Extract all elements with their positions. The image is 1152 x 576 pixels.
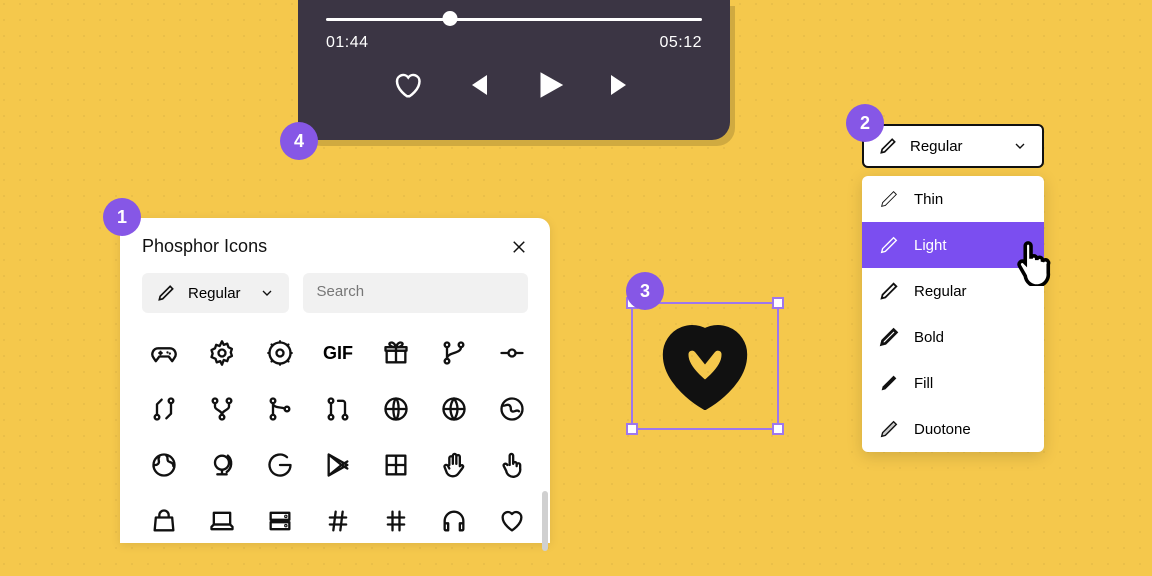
pencil-icon (878, 418, 900, 440)
step-badge-3: 3 (626, 272, 664, 310)
track-line (326, 18, 702, 21)
step-badge-4: 4 (280, 122, 318, 160)
game-controller-icon[interactable] (142, 331, 186, 375)
style-picker-list: Thin Light Regular Bold Fill Duotone (862, 176, 1044, 452)
weight-selected-label: Regular (188, 285, 241, 302)
gear-alt-icon[interactable] (258, 331, 302, 375)
badge-label: 3 (640, 281, 650, 302)
globe-stand-icon[interactable] (200, 443, 244, 487)
headphones-icon[interactable] (432, 499, 476, 543)
time-row: 01:44 05:12 (326, 34, 702, 52)
gift-icon[interactable] (374, 331, 418, 375)
pencil-icon (878, 188, 900, 210)
option-label: Fill (914, 375, 933, 392)
hash-straight-icon[interactable] (374, 499, 418, 543)
heart-icon (657, 322, 753, 410)
pencil-icon (878, 280, 900, 302)
chevron-down-icon (1012, 138, 1028, 154)
grid-four-icon[interactable] (374, 443, 418, 487)
icon-grid: GIF (142, 331, 532, 543)
style-picker: Regular Thin Light Regular Bold Fill Duo… (862, 124, 1044, 452)
badge-label: 1 (117, 207, 127, 228)
resize-handle-bl[interactable] (626, 423, 638, 435)
google-logo-icon[interactable] (258, 443, 302, 487)
time-total: 05:12 (659, 34, 702, 52)
option-label: Light (914, 237, 947, 254)
option-label: Regular (914, 283, 967, 300)
step-badge-2: 2 (846, 104, 884, 142)
resize-handle-tr[interactable] (772, 297, 784, 309)
music-player: 01:44 05:12 (298, 0, 730, 140)
option-label: Bold (914, 329, 944, 346)
handbag-icon[interactable] (142, 499, 186, 543)
chevron-down-icon (259, 285, 275, 301)
search-placeholder: Search (317, 283, 365, 300)
step-badge-1: 1 (103, 198, 141, 236)
gif-icon[interactable]: GIF (316, 331, 360, 375)
badge-label: 2 (860, 113, 870, 134)
globe-west-icon[interactable] (142, 443, 186, 487)
gif-label: GIF (323, 343, 353, 364)
cursor-pointer-icon (1008, 240, 1054, 286)
git-merge-icon[interactable] (258, 387, 302, 431)
hand-icon[interactable] (432, 443, 476, 487)
git-commit-icon[interactable] (490, 331, 534, 375)
panel-header: Phosphor Icons (120, 218, 550, 269)
git-branch-icon[interactable] (432, 331, 476, 375)
option-label: Duotone (914, 421, 971, 438)
time-current: 01:44 (326, 34, 369, 52)
globe-simple-icon[interactable] (432, 387, 476, 431)
search-input[interactable]: Search (303, 273, 528, 313)
resize-handle-br[interactable] (772, 423, 784, 435)
panel-title: Phosphor Icons (142, 236, 267, 257)
globe-icon[interactable] (374, 387, 418, 431)
track-knob[interactable] (443, 11, 458, 26)
pencil-icon (878, 136, 898, 156)
style-option-fill[interactable]: Fill (862, 360, 1044, 406)
play-icon[interactable] (532, 68, 566, 102)
icon-grid-wrap: GIF (120, 331, 550, 543)
progress-track[interactable] (326, 10, 702, 28)
hash-icon[interactable] (316, 499, 360, 543)
close-icon[interactable] (510, 238, 528, 256)
style-option-duotone[interactable]: Duotone (862, 406, 1044, 452)
hand-pointing-icon[interactable] (490, 443, 534, 487)
hard-drive-icon[interactable] (258, 499, 302, 543)
style-option-thin[interactable]: Thin (862, 176, 1044, 222)
style-picker-trigger[interactable]: Regular (862, 124, 1044, 168)
google-play-icon[interactable] (316, 443, 360, 487)
previous-icon[interactable] (462, 70, 492, 100)
globe-hemisphere-icon[interactable] (490, 387, 534, 431)
git-diff-icon[interactable] (142, 387, 186, 431)
next-icon[interactable] (606, 70, 636, 100)
badge-label: 4 (294, 131, 304, 152)
git-fork-icon[interactable] (200, 387, 244, 431)
git-pull-icon[interactable] (316, 387, 360, 431)
style-option-bold[interactable]: Bold (862, 314, 1044, 360)
pencil-icon (878, 372, 900, 394)
scrollbar-thumb[interactable] (542, 491, 548, 551)
pencil-icon (878, 326, 900, 348)
player-controls (326, 68, 702, 102)
panel-filters: Regular Search (120, 269, 550, 331)
option-label: Thin (914, 191, 943, 208)
gear-icon[interactable] (200, 331, 244, 375)
heart-outline-icon[interactable] (490, 499, 534, 543)
pencil-icon (156, 283, 176, 303)
phosphor-panel: Phosphor Icons Regular Search GIF (120, 218, 550, 543)
laptop-icon[interactable] (200, 499, 244, 543)
heart-selection-frame[interactable] (631, 302, 779, 430)
weight-select[interactable]: Regular (142, 273, 289, 313)
style-selected-label: Regular (910, 138, 963, 155)
heart-icon[interactable] (392, 70, 422, 100)
pencil-icon (878, 234, 900, 256)
